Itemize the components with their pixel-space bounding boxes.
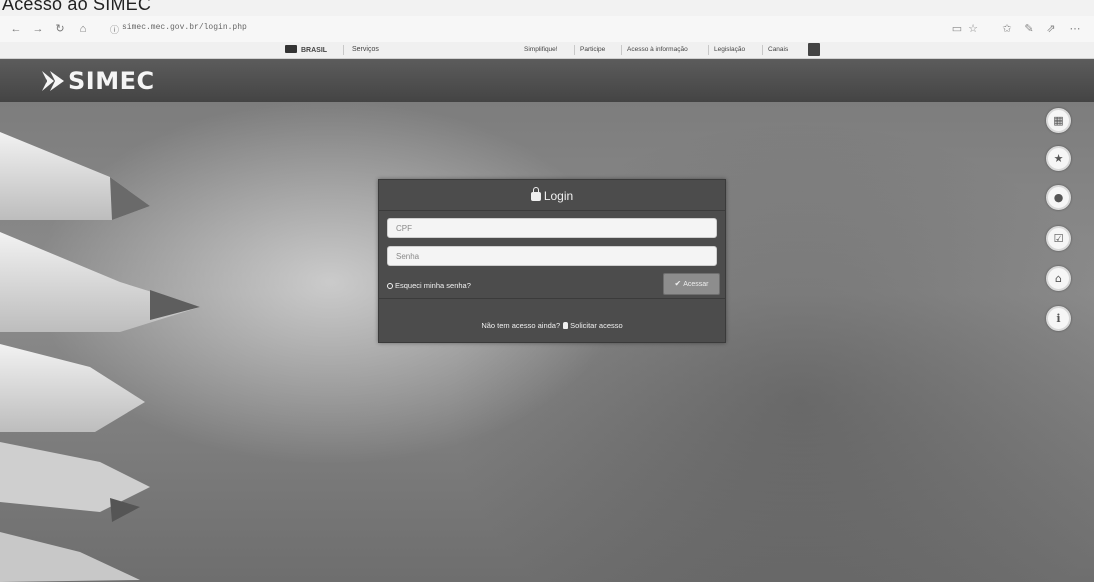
login-title-text: Login: [543, 189, 574, 203]
password-input[interactable]: [387, 246, 717, 266]
info-icon[interactable]: i: [1046, 306, 1071, 331]
forgot-password-label: Esqueci minha senha?: [395, 281, 471, 290]
cpf-input[interactable]: [387, 218, 717, 238]
calendar-icon[interactable]: ▦: [1046, 108, 1071, 133]
favorites-icon[interactable]: ✩: [1000, 22, 1014, 36]
simec-logo-icon: [42, 71, 64, 91]
forgot-password-link[interactable]: Esqueci minha senha?: [387, 281, 471, 290]
share-icon[interactable]: ⇗: [1044, 22, 1058, 36]
app-header: SIMEC: [0, 59, 1094, 102]
divider: [379, 210, 725, 211]
access-button[interactable]: ✔ Acessar: [663, 273, 720, 295]
arrow-right-icon[interactable]: →: [30, 22, 46, 36]
divider: [762, 45, 763, 55]
divider: [621, 45, 622, 55]
more-icon[interactable]: ⋯: [1068, 22, 1082, 36]
chat-icon[interactable]: ●: [1046, 185, 1071, 210]
simec-logo[interactable]: SIMEC: [40, 67, 155, 95]
home-icon[interactable]: ⌂: [75, 22, 91, 36]
gov-link-canais[interactable]: Canais: [768, 46, 788, 53]
brazil-flag-icon: [285, 45, 297, 53]
divider: [343, 45, 344, 55]
star-icon[interactable]: ★: [1046, 146, 1071, 171]
gov-brasil-label: BRASIL: [301, 47, 328, 54]
gov-bar: BRASIL Serviços Simplifique! Participe A…: [0, 42, 1094, 59]
login-panel: Login Esqueci minha senha? ✔Acessar Não …: [378, 179, 726, 343]
logo-text: SIMEC: [68, 67, 155, 95]
key-icon: [387, 283, 393, 289]
lock-icon: [530, 187, 541, 201]
divider: [574, 45, 575, 55]
browser-toolbar: ← → ↻ ⌂ ⓘ simec.mec.gov.br/login.php ▭ ☆…: [0, 16, 1094, 43]
arrow-left-icon[interactable]: ←: [8, 22, 24, 36]
divider: [379, 298, 725, 299]
accessibility-icon[interactable]: [808, 43, 820, 56]
access-button-label: Acessar: [683, 281, 709, 288]
institution-icon[interactable]: ⌂: [1046, 266, 1071, 291]
site-info-icon[interactable]: ⓘ: [110, 23, 119, 36]
request-access-link[interactable]: Solicitar acesso: [570, 321, 623, 330]
pen-icon[interactable]: ✎: [1022, 22, 1036, 36]
login-footer: Não tem acesso ainda? Solicitar acesso: [379, 321, 725, 330]
login-title: Login: [379, 187, 725, 203]
gov-brasil-link[interactable]: BRASIL: [285, 45, 327, 54]
gov-link-simplifique[interactable]: Simplifique!: [524, 46, 558, 53]
reading-view-icon[interactable]: ▭: [950, 22, 964, 36]
reload-icon[interactable]: ↻: [52, 22, 68, 36]
no-access-text: Não tem acesso ainda?: [481, 321, 561, 330]
check-icon: ✔: [674, 279, 682, 288]
gov-link-acesso-informacao[interactable]: Acesso à informação: [627, 46, 688, 53]
gov-link-legislacao[interactable]: Legislação: [714, 46, 745, 53]
document-caption: Acesso ao SIMEC: [2, 0, 152, 14]
gov-link-participe[interactable]: Participe: [580, 46, 605, 53]
checkbox-icon[interactable]: ☑: [1046, 226, 1071, 251]
divider: [708, 45, 709, 55]
gov-services-link[interactable]: Serviços: [352, 46, 379, 53]
user-icon: [563, 322, 569, 329]
pencils-image: [0, 132, 200, 582]
favorite-star-icon[interactable]: ☆: [966, 22, 980, 36]
address-bar[interactable]: simec.mec.gov.br/login.php: [122, 23, 247, 32]
